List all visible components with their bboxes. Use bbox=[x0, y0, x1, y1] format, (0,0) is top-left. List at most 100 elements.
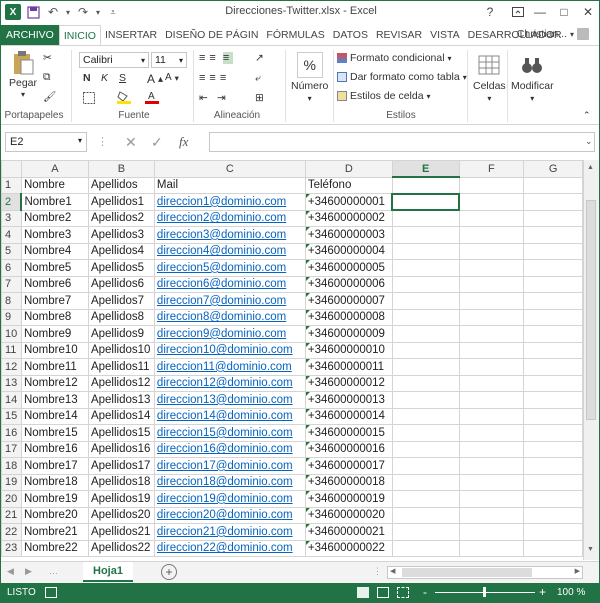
tab-vista[interactable]: VISTA bbox=[426, 25, 464, 45]
cell-d[interactable]: +34600000004 bbox=[304, 242, 393, 260]
cell-c[interactable]: direccion16@dominio.com bbox=[153, 440, 306, 458]
row-header[interactable]: 23 bbox=[1, 539, 22, 557]
close-button[interactable]: ✕ bbox=[577, 1, 599, 23]
edit-button[interactable]: Modificar ▾ bbox=[511, 52, 554, 103]
cell-c[interactable]: direccion12@dominio.com bbox=[153, 374, 306, 392]
cell-g[interactable] bbox=[523, 209, 583, 227]
cell-e[interactable] bbox=[391, 242, 460, 260]
cell-f[interactable] bbox=[458, 209, 525, 227]
cell-f[interactable] bbox=[458, 440, 525, 458]
page-break-view-icon[interactable] bbox=[397, 587, 409, 598]
cell-e[interactable] bbox=[391, 341, 460, 359]
cell-g[interactable] bbox=[523, 226, 583, 244]
underline-button[interactable]: S bbox=[119, 72, 126, 84]
row-header[interactable]: 18 bbox=[1, 457, 22, 475]
zoom-level[interactable]: 100 % bbox=[557, 587, 585, 598]
cell-a[interactable]: Nombre14 bbox=[20, 407, 89, 425]
cell-a[interactable]: Nombre5 bbox=[20, 259, 89, 277]
cell-b[interactable]: Apellidos15 bbox=[87, 424, 155, 442]
normal-view-icon[interactable] bbox=[357, 587, 369, 598]
cell-d[interactable]: +34600000009 bbox=[304, 325, 393, 343]
customize-qat-icon[interactable]: ⩡ bbox=[105, 4, 121, 20]
select-all-corner[interactable] bbox=[1, 160, 22, 178]
cell-e[interactable] bbox=[391, 325, 460, 343]
cell-a[interactable]: Nombre11 bbox=[20, 358, 89, 376]
cell-e[interactable] bbox=[391, 209, 460, 227]
cell-b[interactable]: Apellidos4 bbox=[87, 242, 155, 260]
cell-e[interactable] bbox=[391, 539, 460, 557]
cell-c[interactable]: direccion8@dominio.com bbox=[153, 308, 306, 326]
cell-c[interactable]: Mail bbox=[153, 176, 306, 194]
tab-formulas[interactable]: FÓRMULAS bbox=[262, 25, 328, 45]
cell-d[interactable]: +34600000019 bbox=[304, 490, 393, 508]
page-layout-view-icon[interactable] bbox=[377, 587, 389, 598]
cell-e[interactable] bbox=[391, 358, 460, 376]
row-header[interactable]: 1 bbox=[1, 176, 22, 194]
cell-f[interactable] bbox=[458, 506, 525, 524]
tab-archivo[interactable]: ARCHIVO bbox=[1, 25, 59, 45]
cell-a[interactable]: Nombre17 bbox=[20, 457, 89, 475]
cell-c[interactable]: direccion3@dominio.com bbox=[153, 226, 306, 244]
number-format-button[interactable]: % Número ▾ bbox=[291, 52, 328, 103]
cell-c[interactable]: direccion4@dominio.com bbox=[153, 242, 306, 260]
shrink-font-icon[interactable]: A ▾ bbox=[165, 72, 179, 83]
cell-g[interactable] bbox=[523, 440, 583, 458]
cell-e[interactable] bbox=[391, 226, 460, 244]
row-header[interactable]: 12 bbox=[1, 358, 22, 376]
cell-g[interactable] bbox=[523, 193, 583, 211]
cell-c[interactable]: direccion10@dominio.com bbox=[153, 341, 306, 359]
confirm-entry-icon[interactable]: ✓ bbox=[151, 134, 163, 151]
cell-c[interactable]: direccion20@dominio.com bbox=[153, 506, 306, 524]
cell-b[interactable]: Apellidos18 bbox=[87, 473, 155, 491]
cell-f[interactable] bbox=[458, 473, 525, 491]
cell-c[interactable]: direccion15@dominio.com bbox=[153, 424, 306, 442]
cell-f[interactable] bbox=[458, 490, 525, 508]
cell-c[interactable]: direccion9@dominio.com bbox=[153, 325, 306, 343]
cell-f[interactable] bbox=[458, 242, 525, 260]
more-sheets-icon[interactable]: … bbox=[49, 566, 58, 576]
cell-f[interactable] bbox=[458, 325, 525, 343]
insert-function-icon[interactable]: fx bbox=[179, 134, 188, 150]
macro-record-icon[interactable] bbox=[45, 587, 57, 598]
row-header[interactable]: 17 bbox=[1, 440, 22, 458]
cell-a[interactable]: Nombre19 bbox=[20, 490, 89, 508]
cell-g[interactable] bbox=[523, 391, 583, 409]
cell-g[interactable] bbox=[523, 407, 583, 425]
cell-g[interactable] bbox=[523, 473, 583, 491]
tab-revisar[interactable]: REVISAR bbox=[372, 25, 426, 45]
cell-g[interactable] bbox=[523, 242, 583, 260]
cell-d[interactable]: +34600000015 bbox=[304, 424, 393, 442]
cell-c[interactable]: direccion2@dominio.com bbox=[153, 209, 306, 227]
cell-e[interactable] bbox=[391, 490, 460, 508]
cell-e[interactable] bbox=[391, 391, 460, 409]
cell-f[interactable] bbox=[458, 341, 525, 359]
cell-d[interactable]: +34600000007 bbox=[304, 292, 393, 310]
redo-dropdown-icon[interactable]: ▾ bbox=[95, 4, 101, 20]
cell-f[interactable] bbox=[458, 457, 525, 475]
spreadsheet-grid[interactable]: ABCDEFG 1 Nombre Apellidos Mail Teléfono 2 Nom… bbox=[1, 160, 583, 560]
tab-datos[interactable]: DATOS bbox=[329, 25, 372, 45]
scrollbar-thumb[interactable] bbox=[586, 200, 596, 420]
cell-e[interactable] bbox=[391, 440, 460, 458]
row-header[interactable]: 10 bbox=[1, 325, 22, 343]
excel-logo-icon[interactable]: X bbox=[5, 4, 21, 20]
cell-a[interactable]: Nombre22 bbox=[20, 539, 89, 557]
row-header[interactable]: 13 bbox=[1, 374, 22, 392]
cell-c[interactable]: direccion17@dominio.com bbox=[153, 457, 306, 475]
cell-a[interactable]: Nombre21 bbox=[20, 523, 89, 541]
cell-c[interactable]: direccion6@dominio.com bbox=[153, 275, 306, 293]
zoom-slider-thumb[interactable] bbox=[483, 587, 486, 597]
cell-f[interactable] bbox=[458, 407, 525, 425]
cut-icon[interactable]: ✂ bbox=[43, 52, 52, 64]
cell-b[interactable]: Apellidos10 bbox=[87, 341, 155, 359]
row-header[interactable]: 16 bbox=[1, 424, 22, 442]
font-color-icon[interactable]: A bbox=[145, 90, 159, 104]
redo-icon[interactable]: ↷ bbox=[75, 4, 91, 20]
column-header-a[interactable]: A bbox=[20, 160, 89, 178]
cell-f[interactable] bbox=[458, 391, 525, 409]
column-header-g[interactable]: G bbox=[523, 160, 583, 178]
cell-c[interactable]: direccion7@dominio.com bbox=[153, 292, 306, 310]
row-header[interactable]: 8 bbox=[1, 292, 22, 310]
cell-d[interactable]: +34600000011 bbox=[304, 358, 393, 376]
row-header[interactable]: 2 bbox=[1, 193, 23, 211]
